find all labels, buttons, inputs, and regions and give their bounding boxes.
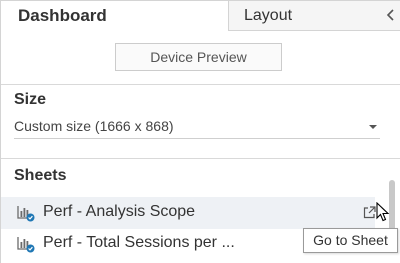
- dropdown-caret-icon: [369, 125, 377, 129]
- device-preview-row: Device Preview: [1, 31, 400, 84]
- pane-tabs: Dashboard Layout: [0, 0, 400, 31]
- size-dropdown-value: Custom size (1666 x 868): [14, 118, 174, 134]
- device-preview-button[interactable]: Device Preview: [115, 43, 282, 71]
- worksheet-icon: [17, 206, 35, 222]
- divider: [1, 158, 400, 159]
- external-link-icon[interactable]: [363, 206, 376, 219]
- worksheet-icon: [17, 237, 35, 253]
- size-section-title: Size: [14, 91, 47, 108]
- collapse-chevron-icon[interactable]: [385, 8, 397, 22]
- tab-dashboard[interactable]: Dashboard: [0, 0, 228, 31]
- tab-layout-label: Layout: [244, 7, 293, 24]
- sheet-item-label: Perf - Total Sessions per ...: [43, 234, 235, 251]
- sheets-section-title: Sheets: [14, 167, 67, 184]
- divider: [1, 84, 400, 85]
- sheet-item-label: Perf - Analysis Scope: [43, 203, 196, 220]
- size-dropdown[interactable]: Custom size (1666 x 868): [14, 117, 380, 139]
- go-to-sheet-tooltip: Go to Sheet: [303, 228, 398, 253]
- tab-layout[interactable]: Layout: [228, 0, 400, 31]
- tab-dashboard-label: Dashboard: [18, 6, 107, 25]
- mouse-cursor-icon: [376, 202, 390, 222]
- sheet-item[interactable]: Perf - Analysis Scope: [1, 197, 376, 229]
